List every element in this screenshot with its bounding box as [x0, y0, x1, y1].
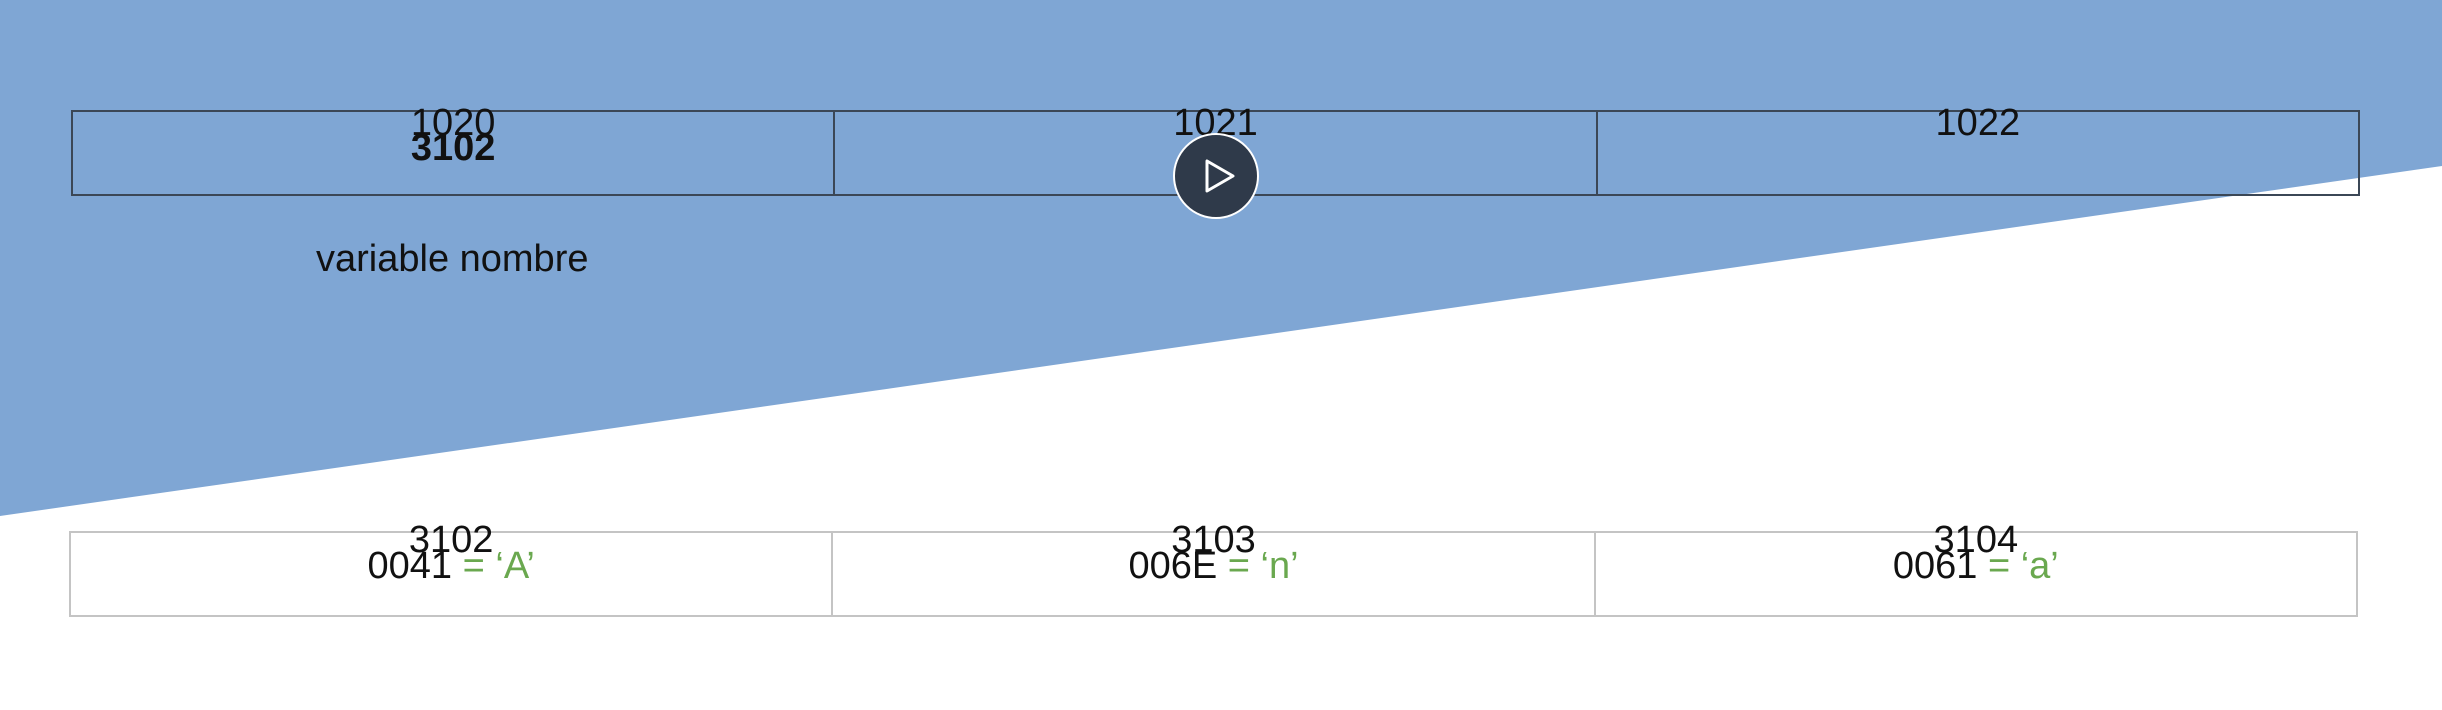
memory-cell-3103: 3103 006E = ‘n’: [831, 521, 1593, 615]
bottom-memory-row: 3102 0041 = ‘A’ 3103 006E = ‘n’ 3104 006…: [69, 521, 2358, 617]
char-code: 0041: [367, 545, 453, 587]
char-code: 006E: [1128, 545, 1218, 587]
play-button[interactable]: [1173, 133, 1259, 219]
cell-value: 006E = ‘n’: [833, 547, 1593, 585]
memory-cell-3104: 3104 0061 = ‘a’: [1593, 521, 2356, 615]
cell-address: 1022: [1935, 102, 2021, 144]
memory-cell-1020: 1020 3102: [73, 104, 833, 194]
char-literal: = ‘a’: [1987, 545, 2059, 587]
variable-label: variable nombre: [316, 238, 589, 280]
char-literal: = ‘A’: [462, 545, 535, 587]
cell-value: 0041 = ‘A’: [71, 547, 831, 585]
memory-cell-1022: 1022: [1595, 104, 2358, 194]
cell-value: 3102: [410, 127, 496, 169]
play-icon: [1205, 159, 1235, 193]
memory-cell-3102: 3102 0041 = ‘A’: [71, 521, 831, 615]
cell-value: 0061 = ‘a’: [1596, 547, 2356, 585]
char-literal: = ‘n’: [1227, 545, 1299, 587]
char-code: 0061: [1892, 545, 1978, 587]
